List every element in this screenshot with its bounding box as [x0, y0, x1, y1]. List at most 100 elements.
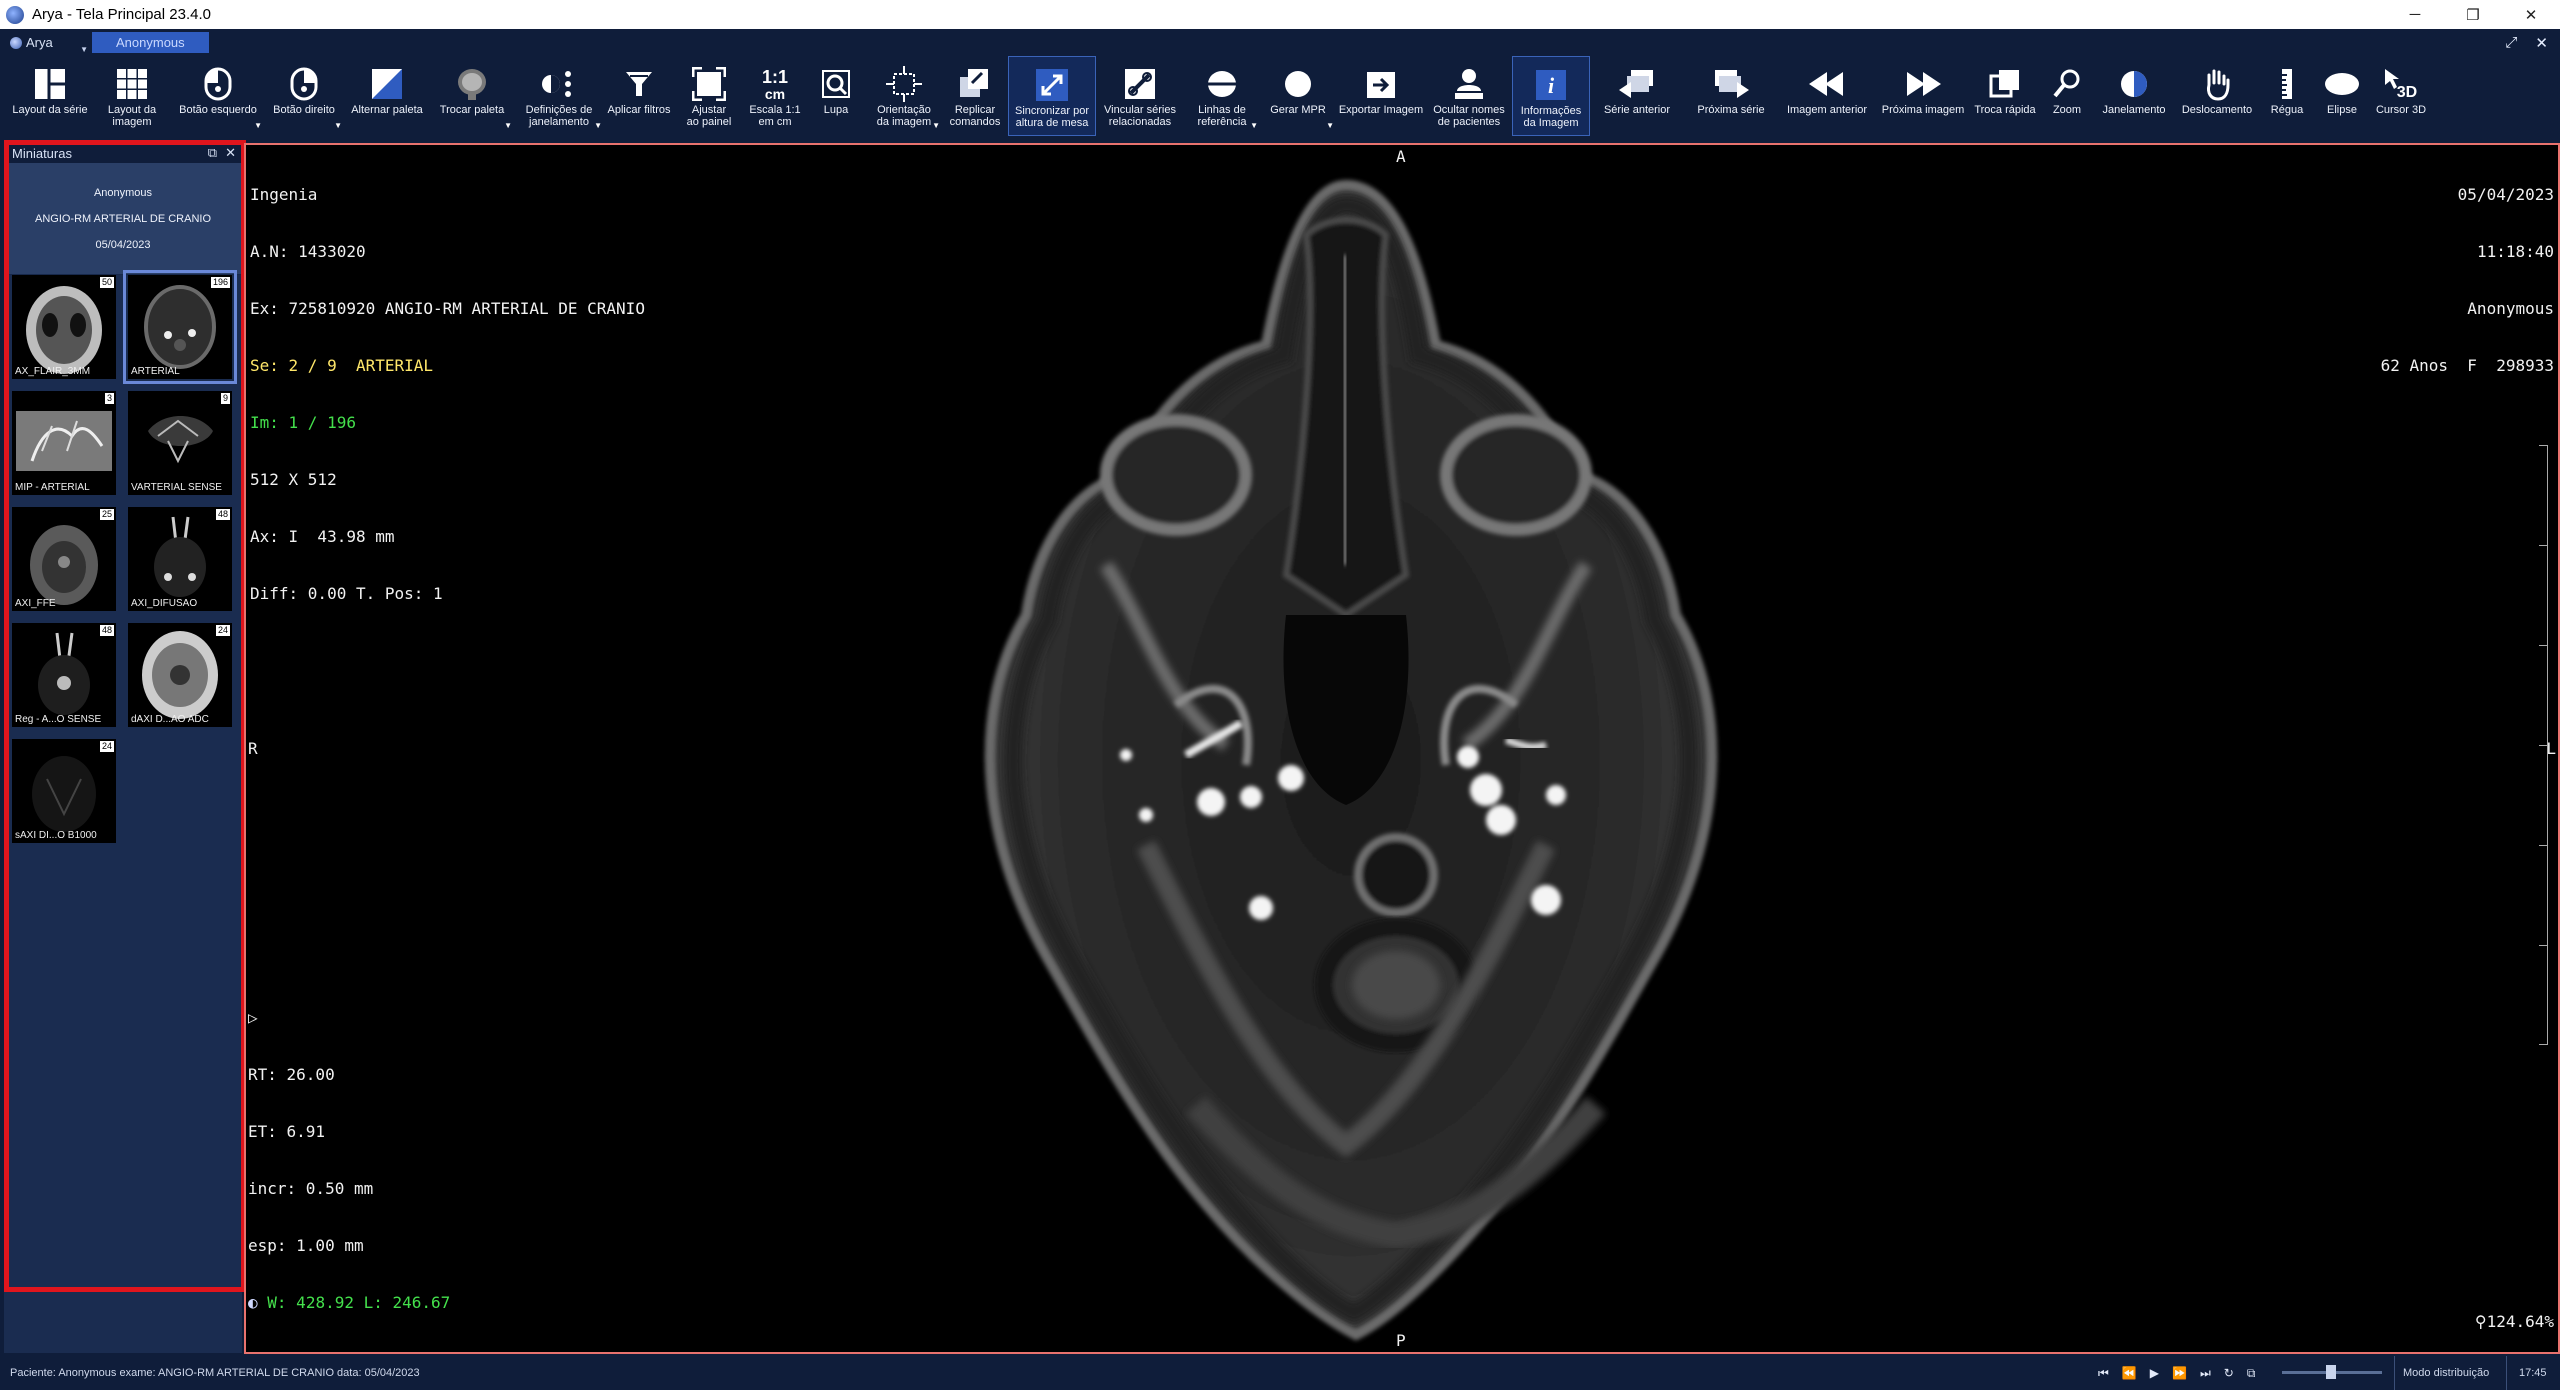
tool-windowing[interactable]: Janelamento: [2094, 56, 2174, 136]
close-button[interactable]: ✕: [2502, 0, 2560, 29]
sync-icon[interactable]: ⧉: [2247, 1366, 2256, 1381]
study-info[interactable]: Anonymous ANGIO-RM ARTERIAL DE CRANIO 05…: [4, 163, 242, 275]
close-panel-icon[interactable]: ✕: [225, 145, 236, 161]
chevron-down-icon[interactable]: ▼: [334, 121, 342, 130]
series-thumbnail[interactable]: 48 Reg - A...O SENSE: [12, 623, 116, 727]
cine-play-icon[interactable]: ▷: [248, 1008, 450, 1027]
series-thumbnail[interactable]: 196 ARTERIAL: [123, 270, 237, 384]
overlay-series-number: Se: 2 / 9: [250, 356, 337, 375]
series-thumbnail[interactable]: 24 sAXI DI...O B1000: [12, 739, 116, 843]
cine-speed-slider[interactable]: [2282, 1365, 2382, 1379]
fit-panel-icon: [692, 64, 726, 104]
image-viewport[interactable]: Ingenia A.N: 1433020 Ex: 725810920 ANGIO…: [244, 143, 2560, 1354]
overlay-time: 11:18:40: [2476, 242, 2554, 261]
series-thumbnail[interactable]: 3 MIP - ARTERIAL: [12, 391, 116, 495]
tool-filter[interactable]: Aplicar filtros: [604, 56, 674, 136]
tool-mouse-right[interactable]: Botão direito ▼: [264, 56, 344, 136]
tool-cursor-3d[interactable]: 3D Cursor 3D: [2370, 56, 2432, 136]
slider-knob[interactable]: [2326, 1365, 2336, 1379]
tool-label: Próxima imagem: [1881, 104, 1965, 116]
tool-label: Cursor 3D: [2375, 104, 2427, 116]
tool-layout-series[interactable]: Layout da série: [8, 56, 92, 136]
tool-mouse-left[interactable]: Botão esquerdo ▼: [172, 56, 264, 136]
tool-layout-image[interactable]: Layout da imagem: [92, 56, 172, 136]
export-icon: [1365, 64, 1397, 104]
rewind-icon[interactable]: ⏪: [2122, 1366, 2137, 1380]
prev-image-icon: [1807, 64, 1847, 104]
tool-label: Trocar paleta: [439, 104, 505, 116]
chevron-down-icon[interactable]: ▼: [254, 121, 262, 130]
restore-button[interactable]: ❐: [2444, 0, 2502, 29]
close-tab-icon[interactable]: ✕: [2535, 34, 2548, 52]
tool-next-series[interactable]: Próxima série: [1684, 56, 1778, 136]
fullscreen-icon[interactable]: ⤢: [2505, 34, 2517, 51]
link-series-icon: [1123, 64, 1157, 104]
thumbnail-image: [30, 525, 98, 605]
float-panel-icon[interactable]: ⧉: [208, 145, 217, 161]
tool-next-image[interactable]: Próxima imagem: [1876, 56, 1970, 136]
tool-image-info[interactable]: i Informações da Imagem: [1512, 56, 1590, 136]
tool-sync-table[interactable]: Sincronizar por altura de mesa: [1008, 56, 1096, 136]
chevron-down-icon[interactable]: ▼: [1326, 121, 1334, 130]
tool-fit-panel[interactable]: Ajustar ao painel: [674, 56, 744, 136]
tab-patient[interactable]: Anonymous: [92, 32, 209, 53]
thumbnail-series-name: sAXI DI...O B1000: [15, 830, 97, 841]
chevron-down-icon[interactable]: ▼: [932, 121, 940, 130]
loop-icon[interactable]: ↻: [2224, 1366, 2234, 1380]
series-thumbnail[interactable]: 24 dAXI D...AO ADC: [128, 623, 232, 727]
tool-window-settings[interactable]: Definições de janelamento ▼: [514, 56, 604, 136]
orientation-left: R: [248, 739, 258, 758]
layout-image-icon: [116, 64, 148, 104]
overlay-et: ET: 6.91: [248, 1122, 326, 1141]
mpr-icon: [1283, 64, 1313, 104]
tool-orientation[interactable]: Orientação da imagem ▼: [866, 56, 942, 136]
thumbnail-image-count: 3: [104, 393, 114, 404]
tool-magnifier[interactable]: Lupa: [806, 56, 866, 136]
replicate-icon: [958, 64, 992, 104]
series-thumbnail[interactable]: 50 AX_FLAIR_3MM: [12, 275, 116, 379]
status-text: Paciente: Anonymous exame: ANGIO-RM ARTE…: [10, 1367, 420, 1379]
reference-lines-icon: [1204, 64, 1240, 104]
tool-zoom[interactable]: Zoom: [2040, 56, 2094, 136]
fast-forward-icon[interactable]: ⏩: [2172, 1366, 2187, 1380]
tool-prev-series[interactable]: Série anterior: [1590, 56, 1684, 136]
thumbnail-series-name: ARTERIAL: [131, 366, 180, 377]
tool-ellipse[interactable]: Elipse: [2314, 56, 2370, 136]
tool-label: Aplicar filtros: [607, 104, 671, 116]
layout-series-icon: [34, 64, 66, 104]
chevron-down-icon[interactable]: ▼: [504, 121, 512, 130]
tool-quick-swap[interactable]: Troca rápida: [1970, 56, 2040, 136]
tool-prev-image[interactable]: Imagem anterior: [1778, 56, 1876, 136]
tool-ruler[interactable]: Régua: [2260, 56, 2314, 136]
overlay-demographics: 62 Anos F 298933: [2380, 356, 2554, 375]
tool-mpr[interactable]: Gerar MPR ▼: [1260, 56, 1336, 136]
tool-reference-lines[interactable]: Linhas de referência ▼: [1184, 56, 1260, 136]
tool-scale-1-1[interactable]: 1:1 cm Escala 1:1 em cm: [744, 56, 806, 136]
overlay-rt: RT: 26.00: [248, 1065, 335, 1084]
tool-palette-toggle[interactable]: Alternar paleta: [344, 56, 430, 136]
chevron-down-icon[interactable]: ▼: [1250, 121, 1258, 130]
tool-palette-swap[interactable]: Trocar paleta ▼: [430, 56, 514, 136]
chevron-down-icon[interactable]: ▼: [594, 121, 602, 130]
tool-label: Sincronizar por altura de mesa: [1015, 105, 1089, 129]
overlay-accession: A.N: 1433020: [250, 242, 366, 261]
arya-menu-button[interactable]: Arya ▼: [0, 29, 90, 56]
series-thumbnail[interactable]: 9 VARTERIAL SENSE: [128, 391, 232, 495]
thumbnail-series-name: dAXI D...AO ADC: [131, 714, 209, 725]
tool-label: Imagem anterior: [1786, 104, 1868, 116]
overlay-bottom-left: ▷ RT: 26.00 ET: 6.91 incr: 0.50 mm esp: …: [248, 970, 450, 1350]
first-frame-icon[interactable]: ⏮: [2098, 1366, 2109, 1381]
tool-replicate[interactable]: Replicar comandos: [942, 56, 1008, 136]
series-thumbnail[interactable]: 25 AXI_FFE: [12, 507, 116, 611]
tool-export[interactable]: Exportar Imagem: [1336, 56, 1426, 136]
tool-hide-names[interactable]: Ocultar nomes de pacientes: [1426, 56, 1512, 136]
orientation-top: A: [1396, 147, 1406, 166]
minimize-button[interactable]: ─: [2386, 0, 2444, 29]
tool-label: Elipse: [2327, 104, 2357, 116]
last-frame-icon[interactable]: ⏭: [2200, 1366, 2211, 1381]
tool-link-series[interactable]: Vincular séries relacionadas: [1096, 56, 1184, 136]
series-thumbnail[interactable]: 48 AXI_DIFUSAO: [128, 507, 232, 611]
tool-pan-hand[interactable]: Deslocamento: [2174, 56, 2260, 136]
magnifier-icon: [821, 64, 851, 104]
play-icon[interactable]: ▶: [2150, 1366, 2159, 1380]
